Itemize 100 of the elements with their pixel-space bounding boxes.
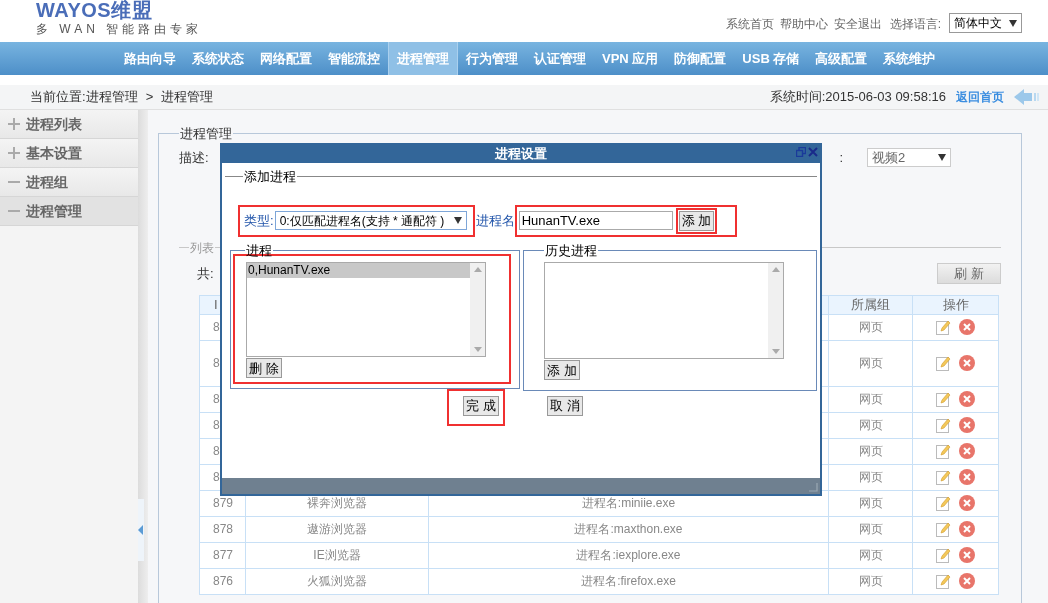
- group-select[interactable]: 视频2: [867, 147, 951, 167]
- delete-icon[interactable]: [959, 469, 975, 485]
- table-cell-text: 网页: [858, 319, 883, 336]
- breadcrumb-separator: >: [145, 88, 154, 107]
- group-label: :: [839, 148, 843, 167]
- edit-icon[interactable]: [936, 319, 951, 335]
- plus-icon: [8, 118, 20, 130]
- delete-icon[interactable]: [959, 495, 975, 511]
- breadcrumb-page: 进程管理: [161, 88, 214, 107]
- history-legend: 历史进程: [544, 240, 598, 260]
- total-label: 共:: [197, 264, 214, 283]
- logo: WAYOS维盟: [36, 0, 154, 20]
- scrollbar[interactable]: [768, 263, 783, 358]
- caret-icon: [1009, 19, 1017, 27]
- caret-icon: [453, 217, 462, 224]
- table-cell-text: 879: [212, 495, 235, 512]
- table-cell-text: 网页: [858, 495, 883, 512]
- edit-icon[interactable]: [936, 573, 951, 589]
- caret-icon: [938, 153, 946, 161]
- type-label: 类型:: [244, 211, 274, 230]
- panel-legend: 进程管理: [179, 124, 233, 144]
- column-header: I: [213, 295, 219, 314]
- table-cell-text: 网页: [858, 547, 883, 564]
- cancel-button[interactable]: 取 消: [547, 395, 583, 416]
- home-link[interactable]: 返回首页: [956, 88, 1004, 106]
- delete-icon[interactable]: [959, 391, 975, 407]
- table-cell-text: 8: [212, 469, 221, 486]
- tagline: 多 WAN 智能路由专家: [36, 21, 203, 38]
- dialog-title: 进程设置: [495, 145, 547, 164]
- table-cell-text: 8: [212, 417, 221, 434]
- edit-icon[interactable]: [936, 469, 951, 485]
- table-cell-text: 火狐浏览器: [307, 573, 367, 590]
- scroll-up-icon[interactable]: [771, 267, 780, 272]
- nav-tab[interactable]: VPN 应用: [594, 42, 667, 75]
- process-list[interactable]: 0,HunanTV.exe: [246, 262, 486, 357]
- edit-icon[interactable]: [936, 495, 951, 511]
- nav-tab[interactable]: 高级配置: [807, 42, 876, 75]
- table-cell-text: 网页: [858, 443, 883, 460]
- delete-icon[interactable]: [959, 443, 975, 459]
- nav-tab[interactable]: 防御配置: [666, 42, 735, 75]
- history-add-button[interactable]: 添 加: [544, 360, 580, 380]
- edit-icon[interactable]: [936, 547, 951, 563]
- delete-icon[interactable]: [959, 417, 975, 433]
- process-name-label: 进程名: [475, 211, 515, 230]
- refresh-button[interactable]: 刷 新: [937, 263, 1001, 284]
- collapse-handle[interactable]: [138, 499, 144, 561]
- scroll-down-icon[interactable]: [473, 347, 482, 352]
- table-cell-text: 877: [212, 547, 235, 564]
- header-link[interactable]: 系统首页: [725, 15, 774, 33]
- sidebar-item[interactable]: 进程管理: [0, 197, 138, 226]
- delete-icon[interactable]: [959, 355, 975, 371]
- table-cell-text: 进程名:maxthon.exe: [574, 521, 683, 538]
- edit-icon[interactable]: [936, 521, 951, 537]
- edit-icon[interactable]: [936, 417, 951, 433]
- plus-icon: [8, 147, 20, 159]
- column-header: 操作: [912, 295, 998, 314]
- delete-icon[interactable]: [959, 521, 975, 537]
- nav-tab[interactable]: 系统状态: [184, 42, 252, 75]
- scrollbar[interactable]: [470, 263, 485, 356]
- nav-tab[interactable]: 行为管理: [458, 42, 526, 75]
- delete-icon[interactable]: [959, 319, 975, 335]
- nav-tab[interactable]: USB 存储: [734, 42, 808, 75]
- scroll-up-icon[interactable]: [473, 267, 482, 272]
- process-legend: 进程: [245, 240, 273, 260]
- table-cell-text: 进程名:miniie.exe: [581, 495, 676, 512]
- column-header: 所属组: [828, 295, 912, 314]
- nav-tab[interactable]: 网络配置: [252, 42, 320, 75]
- done-button[interactable]: 完 成: [463, 395, 499, 416]
- type-select[interactable]: 0:仅匹配进程名(支持 * 通配符 ): [274, 211, 467, 230]
- restore-icon[interactable]: [796, 147, 806, 157]
- language-select[interactable]: 简体中文: [949, 13, 1022, 33]
- edit-icon[interactable]: [936, 391, 951, 407]
- process-list-item[interactable]: 0,HunanTV.exe: [247, 263, 470, 278]
- table-cell-text: 8: [212, 355, 221, 372]
- table-cell-text: 网页: [858, 469, 883, 486]
- table-cell-text: 876: [212, 573, 235, 590]
- nav-tab[interactable]: 系统维护: [875, 42, 944, 75]
- delete-icon[interactable]: [959, 573, 975, 589]
- edit-icon[interactable]: [936, 443, 951, 459]
- table-cell-text: 裸奔浏览器: [307, 495, 367, 512]
- process-name-input[interactable]: HunanTV.exe: [518, 211, 673, 230]
- close-icon[interactable]: [808, 147, 818, 157]
- description-label: 描述:: [179, 148, 209, 167]
- edit-icon[interactable]: [936, 355, 951, 371]
- history-list[interactable]: [544, 262, 784, 359]
- header-link[interactable]: 安全退出: [833, 15, 882, 33]
- delete-button[interactable]: 删 除: [246, 358, 282, 378]
- table-cell-text: 8: [212, 443, 221, 460]
- resize-grip-icon[interactable]: [809, 483, 818, 492]
- delete-icon[interactable]: [959, 547, 975, 563]
- add-button[interactable]: 添 加: [678, 210, 715, 231]
- nav-tab[interactable]: 认证管理: [526, 42, 594, 75]
- nav-tab[interactable]: 智能流控: [320, 42, 388, 75]
- breadcrumb-location: 当前位置:进程管理: [30, 88, 138, 107]
- table-cell-text: 8: [212, 319, 221, 336]
- scroll-down-icon[interactable]: [771, 349, 780, 354]
- back-arrow-icon: [1014, 89, 1040, 105]
- nav-tab[interactable]: 路由向导: [116, 42, 184, 75]
- add-process-legend: 添加进程: [243, 167, 297, 187]
- header-link[interactable]: 帮助中心: [779, 15, 828, 33]
